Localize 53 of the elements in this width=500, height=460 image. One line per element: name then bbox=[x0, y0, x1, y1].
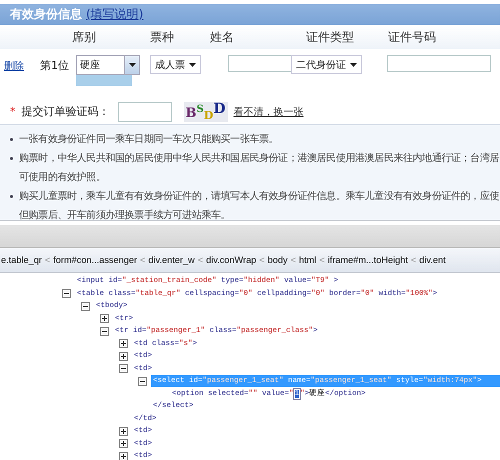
captcha-input[interactable] bbox=[118, 102, 172, 122]
breadcrumb-item[interactable]: div.enter_w bbox=[148, 255, 195, 265]
breadcrumb-item[interactable]: div.ent bbox=[419, 255, 446, 265]
seat-select[interactable]: 硬座 bbox=[76, 55, 140, 75]
help-link[interactable]: (填写说明) bbox=[86, 6, 144, 23]
breadcrumb-item[interactable]: e.table_qr bbox=[1, 255, 42, 265]
collapse-icon[interactable] bbox=[62, 289, 71, 298]
column-header: 证件类型 bbox=[306, 28, 355, 46]
column-header: 姓名 bbox=[210, 28, 235, 46]
breadcrumb-separator: < bbox=[44, 255, 50, 265]
breadcrumb-separator: < bbox=[319, 255, 325, 265]
required-mark: * bbox=[10, 105, 16, 118]
collapse-icon[interactable] bbox=[138, 376, 147, 386]
expand-icon[interactable] bbox=[119, 426, 128, 436]
collapse-icon[interactable] bbox=[100, 326, 109, 336]
collapse-icon[interactable] bbox=[119, 364, 128, 374]
collapse-icon[interactable] bbox=[81, 302, 90, 311]
caret-icon bbox=[128, 63, 136, 67]
breadcrumb-item[interactable]: iframe#m...toHeight bbox=[328, 255, 408, 265]
breadcrumb-separator: < bbox=[140, 255, 146, 265]
column-header: 证件号码 bbox=[388, 28, 437, 46]
ticket-type-select[interactable]: 成人票 bbox=[150, 55, 201, 74]
bullet-icon bbox=[10, 157, 13, 160]
column-header: 席别 bbox=[72, 28, 97, 46]
expand-icon[interactable] bbox=[100, 314, 109, 324]
expand-icon[interactable] bbox=[119, 439, 128, 448]
caret-icon bbox=[350, 62, 357, 66]
bullet-icon bbox=[10, 195, 13, 198]
name-input[interactable] bbox=[228, 55, 294, 72]
passenger-position: 第1位 bbox=[40, 58, 70, 73]
expand-icon[interactable] bbox=[119, 452, 128, 460]
breadcrumb-separator: < bbox=[410, 255, 416, 265]
breadcrumb-separator: < bbox=[198, 255, 204, 265]
expand-icon[interactable] bbox=[119, 352, 128, 361]
note-text: 购买儿童票时，乘车儿童有有效身份证件的，请填写本人有效身份证件信息。乘车儿童没有有效身份证件的，应使 但购票后、开车前须办理换票手续方可进站乘车。 bbox=[19, 190, 500, 223]
breadcrumb-separator: < bbox=[259, 255, 265, 265]
refresh-captcha-link[interactable]: 看不清，换一张 bbox=[234, 104, 304, 118]
note-text: 一张有效身份证件同一乘车日期同一车次只能购买一张车票。 bbox=[19, 132, 278, 147]
id-number-input[interactable] bbox=[387, 55, 491, 72]
captcha-label: 提交订单验证码： bbox=[22, 104, 110, 119]
note-text: 购票时，中华人民共和国的居民使用中华人民共和国居民身份证；港澳居民使用港澳居民来往内地通行证；台湾居 可使用的有效护照。 bbox=[19, 152, 500, 185]
expand-icon[interactable] bbox=[119, 339, 128, 348]
delete-link[interactable]: 删除 bbox=[4, 59, 24, 73]
bullet-icon bbox=[10, 138, 13, 141]
section-title: 有效身份信息 bbox=[10, 6, 82, 23]
breadcrumb-item[interactable]: form#con...assenger bbox=[53, 255, 138, 265]
column-header: 票种 bbox=[150, 28, 175, 46]
breadcrumb-item[interactable]: div.conWrap bbox=[206, 255, 256, 265]
caret-icon bbox=[189, 62, 196, 66]
breadcrumb-separator: < bbox=[290, 255, 296, 265]
id-type-select[interactable]: 二代身份证 bbox=[291, 55, 362, 74]
breadcrumb-item[interactable]: body bbox=[268, 255, 288, 265]
breadcrumb-item[interactable]: html bbox=[298, 255, 316, 265]
